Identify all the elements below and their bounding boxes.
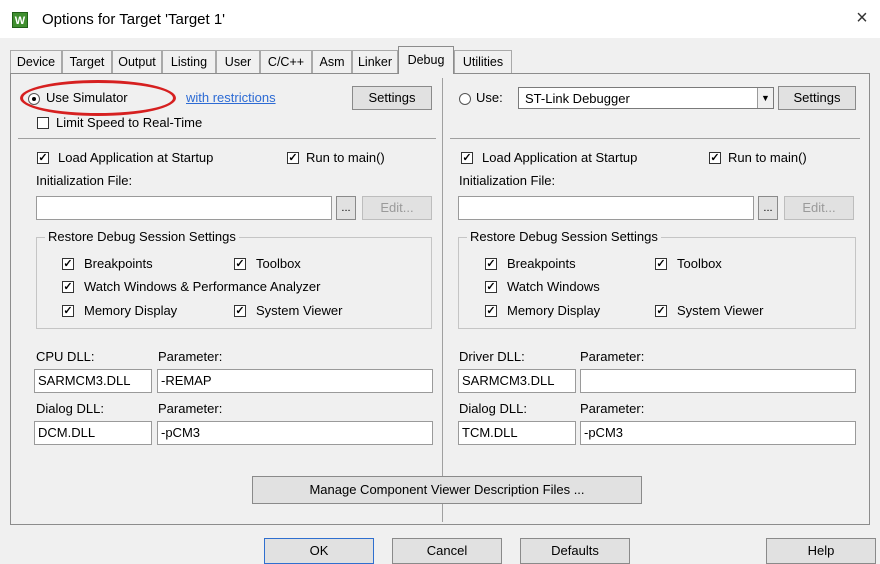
watch-windows-checkbox[interactable]: ✓: [62, 281, 74, 293]
right-watch-windows-checkbox[interactable]: ✓: [485, 281, 497, 293]
tab-device[interactable]: Device: [10, 50, 62, 73]
cpu-parameter-input[interactable]: -REMAP: [157, 369, 433, 393]
dialog-dll-label: Dialog DLL:: [36, 401, 104, 416]
use-debugger-radio[interactable]: [459, 93, 471, 105]
run-to-main-checkbox[interactable]: ✓: [287, 152, 299, 164]
right-load-app-checkbox[interactable]: ✓: [461, 152, 473, 164]
load-app-checkbox[interactable]: ✓: [37, 152, 49, 164]
driver-parameter-label: Parameter:: [580, 349, 645, 364]
tab-linker[interactable]: Linker: [352, 50, 398, 73]
tab-target[interactable]: Target: [62, 50, 112, 73]
right-memory-display-label: Memory Display: [507, 303, 601, 318]
driver-dll-label: Driver DLL:: [459, 349, 525, 364]
restore-settings-title: Restore Debug Session Settings: [45, 229, 239, 244]
right-system-viewer-label: System Viewer: [677, 303, 764, 318]
right-init-file-input[interactable]: [458, 196, 754, 220]
tab-asm[interactable]: Asm: [312, 50, 352, 73]
right-system-viewer-checkbox[interactable]: ✓: [655, 305, 667, 317]
tab-utilities[interactable]: Utilities: [454, 50, 512, 73]
right-dialog-parameter-label: Parameter:: [580, 401, 645, 416]
dialog-dll-input[interactable]: DCM.DLL: [34, 421, 152, 445]
right-restore-settings-title: Restore Debug Session Settings: [467, 229, 661, 244]
debugger-settings-button[interactable]: Settings: [778, 86, 856, 110]
cancel-button[interactable]: Cancel: [392, 538, 502, 564]
right-breakpoints-label: Breakpoints: [507, 256, 576, 271]
manage-component-viewer-button[interactable]: Manage Component Viewer Description File…: [252, 476, 642, 504]
use-debugger-label: Use:: [476, 90, 503, 105]
help-button[interactable]: Help: [766, 538, 876, 564]
breakpoints-checkbox[interactable]: ✓: [62, 258, 74, 270]
right-breakpoints-checkbox[interactable]: ✓: [485, 258, 497, 270]
right-run-to-main-checkbox[interactable]: ✓: [709, 152, 721, 164]
left-separator: [18, 138, 436, 139]
uvision-app-icon: W: [12, 12, 28, 28]
right-init-file-browse-button[interactable]: ...: [758, 196, 778, 220]
right-toolbox-checkbox[interactable]: ✓: [655, 258, 667, 270]
debugger-select-value: ST-Link Debugger: [525, 91, 630, 106]
system-viewer-label: System Viewer: [256, 303, 343, 318]
tab-user[interactable]: User: [216, 50, 260, 73]
right-memory-display-checkbox[interactable]: ✓: [485, 305, 497, 317]
dialog-parameter-input[interactable]: -pCM3: [157, 421, 433, 445]
debugger-select[interactable]: ST-Link Debugger ▼: [518, 87, 774, 109]
run-to-main-label: Run to main(): [306, 150, 385, 165]
memory-display-checkbox[interactable]: ✓: [62, 305, 74, 317]
right-init-file-label: Initialization File:: [459, 173, 556, 188]
load-app-label: Load Application at Startup: [58, 150, 214, 165]
right-init-file-edit-button[interactable]: Edit...: [784, 196, 854, 220]
dialog-parameter-label: Parameter:: [158, 401, 223, 416]
init-file-edit-button[interactable]: Edit...: [362, 196, 432, 220]
tab-cpp[interactable]: C/C++: [260, 50, 312, 73]
right-watch-windows-label: Watch Windows: [507, 279, 600, 294]
right-load-app-label: Load Application at Startup: [482, 150, 638, 165]
breakpoints-label: Breakpoints: [84, 256, 153, 271]
simulator-settings-button[interactable]: Settings: [352, 86, 432, 110]
toolbox-checkbox[interactable]: ✓: [234, 258, 246, 270]
cpu-dll-input[interactable]: SARMCM3.DLL: [34, 369, 152, 393]
watch-windows-label: Watch Windows & Performance Analyzer: [84, 279, 321, 294]
chevron-down-icon[interactable]: ▼: [757, 88, 773, 108]
tab-listing[interactable]: Listing: [162, 50, 216, 73]
tab-debug[interactable]: Debug: [398, 46, 454, 74]
ok-button[interactable]: OK: [264, 538, 374, 564]
column-divider: [442, 78, 443, 522]
tab-output[interactable]: Output: [112, 50, 162, 73]
right-run-to-main-label: Run to main(): [728, 150, 807, 165]
init-file-browse-button[interactable]: ...: [336, 196, 356, 220]
cpu-parameter-label: Parameter:: [158, 349, 223, 364]
driver-parameter-input[interactable]: [580, 369, 856, 393]
close-icon[interactable]: ×: [850, 6, 874, 30]
right-separator: [450, 138, 860, 139]
window-title: Options for Target 'Target 1': [42, 11, 226, 28]
highlight-oval: [20, 80, 176, 116]
right-toolbox-label: Toolbox: [677, 256, 722, 271]
init-file-input[interactable]: [36, 196, 332, 220]
right-dialog-dll-input[interactable]: TCM.DLL: [458, 421, 576, 445]
right-dialog-dll-label: Dialog DLL:: [459, 401, 527, 416]
with-restrictions-link[interactable]: with restrictions: [186, 90, 276, 105]
limit-speed-label: Limit Speed to Real-Time: [56, 115, 203, 130]
limit-speed-checkbox[interactable]: [37, 117, 49, 129]
driver-dll-input[interactable]: SARMCM3.DLL: [458, 369, 576, 393]
system-viewer-checkbox[interactable]: ✓: [234, 305, 246, 317]
defaults-button[interactable]: Defaults: [520, 538, 630, 564]
cpu-dll-label: CPU DLL:: [36, 349, 95, 364]
right-dialog-parameter-input[interactable]: -pCM3: [580, 421, 856, 445]
toolbox-label: Toolbox: [256, 256, 301, 271]
init-file-label: Initialization File:: [36, 173, 133, 188]
memory-display-label: Memory Display: [84, 303, 178, 318]
